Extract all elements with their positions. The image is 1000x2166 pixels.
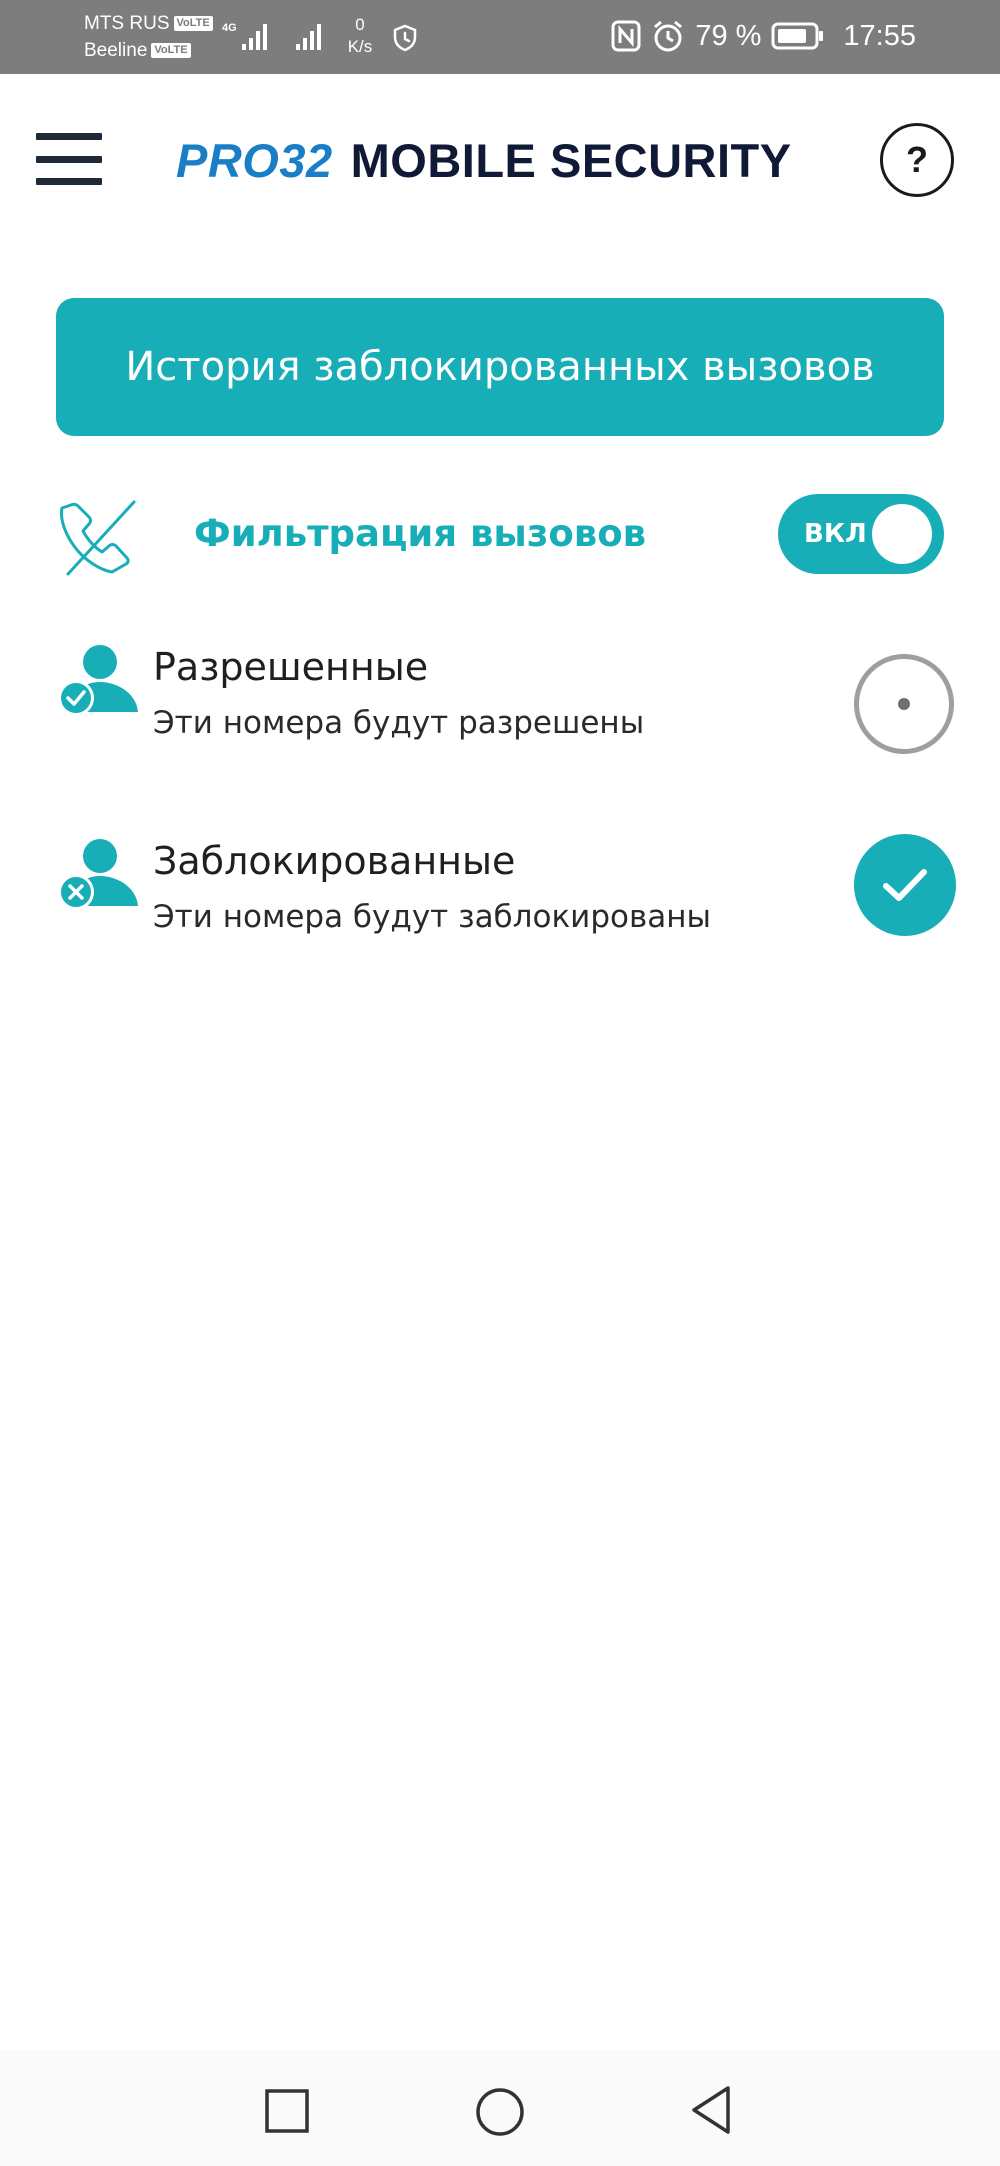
logo-brand: PRO32 [176, 133, 333, 187]
network-type-label: 4G [222, 22, 237, 34]
option-title: Разрешенные [153, 645, 429, 689]
user-check-icon [58, 645, 138, 716]
signal-icon-2 [296, 24, 321, 50]
help-button[interactable]: ? [880, 123, 954, 197]
question-mark-icon: ? [906, 139, 928, 180]
blocked-calls-history-button[interactable]: История заблокированных вызовов [56, 298, 944, 436]
option-allowed[interactable]: Разрешенные Эти номера будут разрешены [0, 640, 1000, 770]
nfc-icon [611, 20, 641, 52]
shield-icon [393, 24, 417, 52]
history-button-label: История заблокированных вызовов [125, 344, 875, 390]
hamburger-icon-line [36, 155, 102, 163]
radio-button-allowed[interactable] [854, 654, 954, 754]
battery-icon [771, 22, 824, 50]
system-navigation-bar [0, 2050, 1000, 2166]
network-speed: 0 K/s [340, 14, 380, 58]
hamburger-icon-line [36, 178, 102, 185]
recent-apps-square-icon[interactable] [264, 2088, 310, 2134]
toggle-knob [872, 504, 932, 564]
volte-badge: VoLTE [151, 43, 191, 58]
home-circle-icon[interactable] [474, 2086, 526, 2138]
radio-button-blocked[interactable] [854, 834, 956, 936]
call-filter-toggle[interactable]: ВКЛ [778, 494, 944, 574]
clock: 17:55 [843, 20, 916, 52]
call-filter-label: Фильтрация вызовов [194, 512, 647, 555]
radio-dot [898, 698, 910, 710]
call-blocked-icon [60, 500, 136, 576]
carrier-1-name: MTS RUS [84, 12, 170, 34]
app-logo: PRO32 MOBILE SECURITY [176, 130, 792, 190]
carrier-2-name: Beeline [84, 39, 148, 61]
menu-button[interactable] [36, 133, 102, 185]
option-title: Заблокированные [153, 839, 516, 883]
option-subtitle: Эти номера будут разрешены [153, 705, 645, 741]
network-speed-value: 0 [355, 15, 365, 34]
logo-product: MOBILE SECURITY [350, 133, 792, 187]
option-blocked[interactable]: Заблокированные Эти номера будут заблоки… [0, 834, 1000, 964]
status-bar: MTS RUS VoLTE Beeline VoLTE 4G 0 K/s 79 … [0, 0, 1000, 74]
toggle-state-label: ВКЛ [804, 519, 867, 549]
alarm-icon [654, 20, 683, 52]
back-triangle-icon[interactable] [688, 2084, 736, 2136]
battery-percent: 79 % [695, 20, 762, 52]
hamburger-icon-line [36, 133, 102, 140]
carrier-info: MTS RUS VoLTE Beeline VoLTE [84, 10, 213, 64]
status-right: 79 % 17:55 [611, 16, 916, 56]
option-subtitle: Эти номера будут заблокированы [153, 899, 711, 935]
checkmark-icon [883, 869, 927, 901]
volte-badge: VoLTE [173, 16, 213, 31]
signal-icon: 4G [222, 22, 267, 50]
user-x-icon [58, 839, 138, 910]
network-speed-unit: K/s [347, 37, 373, 56]
